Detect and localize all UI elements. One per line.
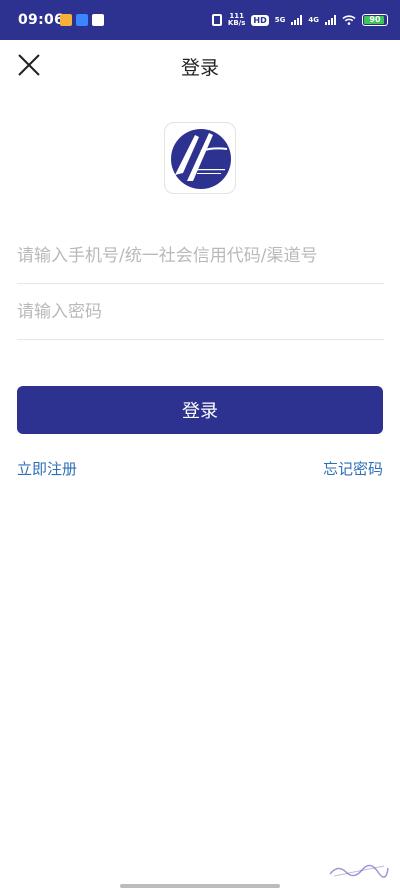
notification-app-icon bbox=[60, 14, 72, 26]
app-logo bbox=[164, 122, 236, 194]
signal-bars-icon bbox=[291, 15, 303, 25]
network-5g: 5G bbox=[274, 15, 286, 24]
home-indicator[interactable] bbox=[120, 884, 280, 888]
network-5g-label: 5G bbox=[274, 15, 286, 24]
status-time: 09:06 bbox=[18, 12, 65, 28]
battery-icon: 90 bbox=[362, 14, 388, 26]
battery-level: 90 bbox=[369, 15, 381, 24]
login-button-label: 登录 bbox=[182, 401, 218, 422]
signal-bars-icon bbox=[325, 15, 336, 25]
password-input[interactable] bbox=[17, 284, 384, 339]
phone-input[interactable] bbox=[17, 228, 384, 283]
status-bar: 09:06 111 KB/s HD 5G 4G 90 bbox=[0, 0, 400, 40]
forgot-password-link[interactable]: 忘记密码 bbox=[323, 458, 383, 479]
watermark-icon bbox=[329, 864, 389, 878]
notification-app-icon bbox=[76, 14, 88, 26]
phone-field-container bbox=[17, 228, 384, 284]
status-icons: 111 KB/s HD 5G 4G 90 bbox=[211, 10, 388, 30]
net-speed: 111 KB/s bbox=[228, 13, 245, 27]
login-button[interactable]: 登录 bbox=[17, 386, 383, 434]
network-4g: 4G bbox=[308, 15, 319, 24]
zunyi-airport-logo-icon bbox=[171, 129, 231, 189]
wifi-icon bbox=[342, 15, 356, 25]
net-speed-unit: KB/s bbox=[227, 19, 246, 27]
network-4g-label: 4G bbox=[308, 15, 319, 24]
vibrate-icon bbox=[211, 14, 222, 26]
hd-badge: HD bbox=[251, 14, 269, 26]
register-link[interactable]: 立即注册 bbox=[17, 458, 77, 479]
page-title: 登录 bbox=[180, 57, 219, 79]
password-field-container bbox=[17, 284, 384, 340]
notification-send-icon bbox=[92, 14, 104, 26]
